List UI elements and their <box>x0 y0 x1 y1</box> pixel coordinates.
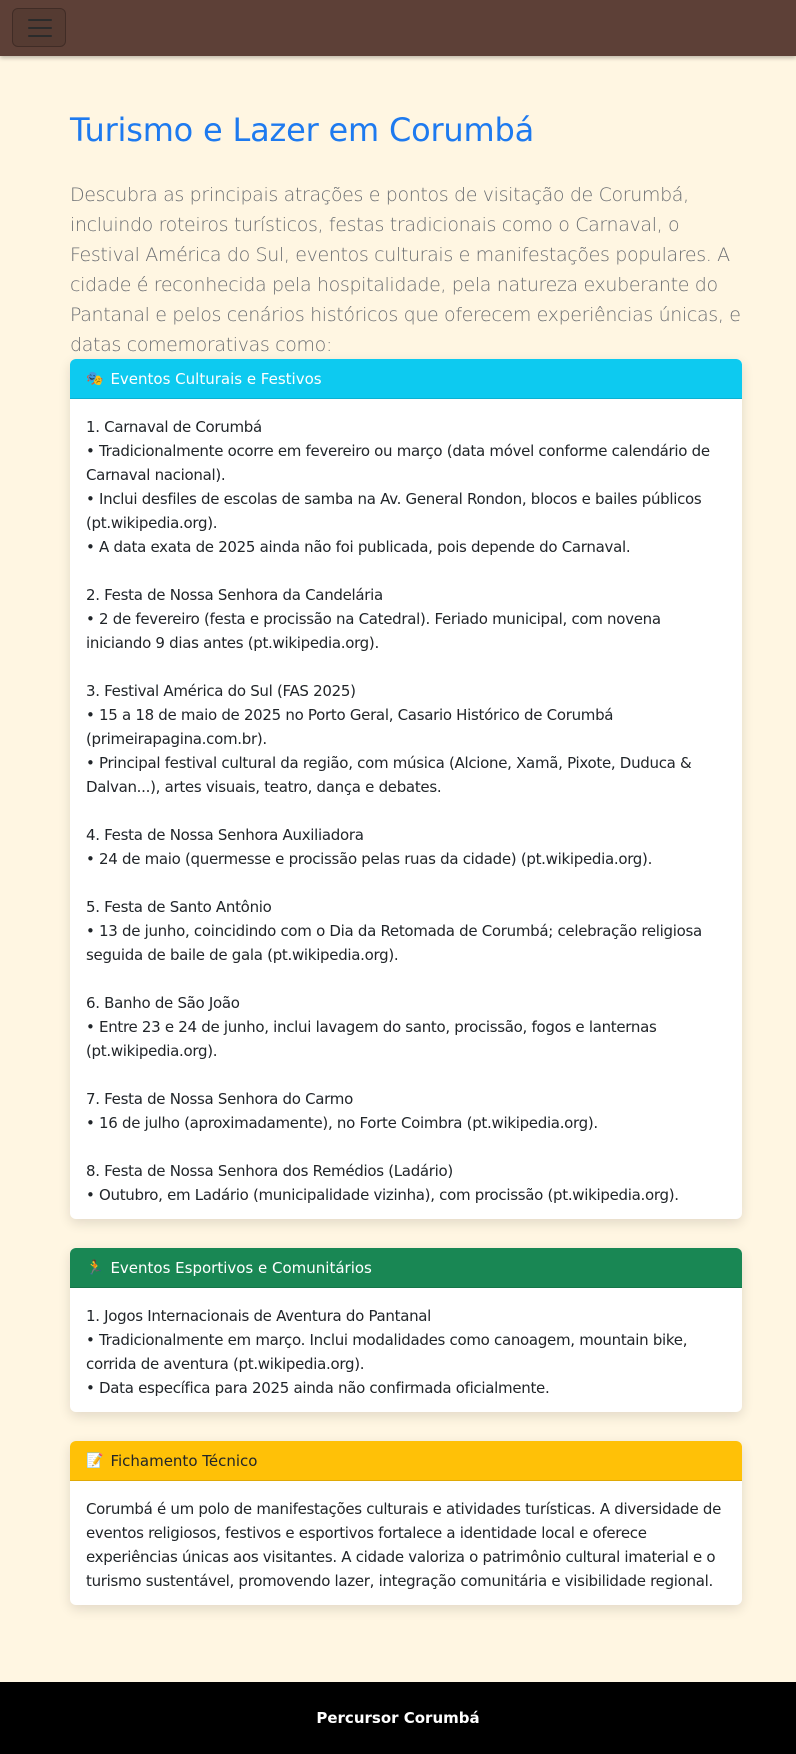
memo-icon: 📝 <box>86 1452 104 1469</box>
technical-summary-title: Fichamento Técnico <box>110 1451 258 1470</box>
technical-summary-card-header: 📝 Fichamento Técnico <box>70 1441 742 1481</box>
sport-events-card: 🏃 Eventos Esportivos e Comunitários 1. J… <box>70 1248 742 1412</box>
event-heading: 1. Jogos Internacionais de Aventura do P… <box>86 1307 432 1325</box>
event-heading: 2. Festa de Nossa Senhora da Candelária <box>86 586 383 604</box>
event-detail: • Data específica para 2025 ainda não co… <box>86 1379 550 1397</box>
hamburger-menu-icon-bar <box>28 35 52 37</box>
event-detail: • 16 de julho (aproximadamente), no Fort… <box>86 1114 598 1132</box>
list-item: 6. Banho de São João • Entre 23 e 24 de j… <box>86 991 726 1063</box>
main-content: Turismo e Lazer em Corumbá Descubra as p… <box>70 110 742 360</box>
event-heading: 8. Festa de Nossa Senhora dos Remédios (… <box>86 1162 453 1180</box>
event-heading: 6. Banho de São João <box>86 994 240 1012</box>
sport-events-list: 1. Jogos Internacionais de Aventura do P… <box>70 1288 742 1412</box>
cultural-events-list: 1. Carnaval de Corumbá • Tradicionalmente… <box>70 399 742 1219</box>
hamburger-menu-icon <box>28 19 52 21</box>
list-item: 1. Jogos Internacionais de Aventura do P… <box>86 1304 726 1400</box>
event-detail: • Principal festival cultural da região,… <box>86 754 692 796</box>
event-detail: • 2 de fevereiro (festa e procissão na C… <box>86 610 661 652</box>
top-navbar <box>0 0 796 56</box>
page-title: Turismo e Lazer em Corumbá <box>70 111 535 149</box>
event-heading: 7. Festa de Nossa Senhora do Carmo <box>86 1090 353 1108</box>
event-heading: 4. Festa de Nossa Senhora Auxiliadora <box>86 826 364 844</box>
hamburger-menu-icon-bar <box>28 27 52 29</box>
cultural-events-card: 🎭 Eventos Culturais e Festivos 1. Carnav… <box>70 359 742 1219</box>
list-item: 8. Festa de Nossa Senhora dos Remédios (… <box>86 1159 726 1207</box>
event-heading: 1. Carnaval de Corumbá <box>86 418 262 436</box>
runner-icon: 🏃 <box>86 1259 104 1276</box>
list-item: 7. Festa de Nossa Senhora do Carmo • 16 d… <box>86 1087 726 1135</box>
cultural-events-title: Eventos Culturais e Festivos <box>110 369 322 388</box>
list-item: 2. Festa de Nossa Senhora da Candelária •… <box>86 583 726 655</box>
technical-summary-text: Corumbá é um polo de manifestações cultu… <box>86 1500 722 1590</box>
event-detail: • Outubro, em Ladário (municipalidade vi… <box>86 1186 679 1204</box>
event-detail: • Tradicionalmente ocorre em fevereiro o… <box>86 442 710 484</box>
event-heading: 5. Festa de Santo Antônio <box>86 898 272 916</box>
list-item: 4. Festa de Nossa Senhora Auxiliadora • 2… <box>86 823 726 871</box>
cultural-events-card-header: 🎭 Eventos Culturais e Festivos <box>70 359 742 399</box>
menu-toggle-button[interactable] <box>12 8 66 47</box>
event-detail: • 13 de junho, coincidindo com o Dia da … <box>86 922 702 964</box>
sport-events-card-header: 🏃 Eventos Esportivos e Comunitários <box>70 1248 742 1288</box>
footer-text: Percursor Corumbá <box>316 1709 480 1727</box>
event-detail: • A data exata de 2025 ainda não foi pub… <box>86 538 631 556</box>
event-detail: • 15 a 18 de maio de 2025 no Porto Geral… <box>86 706 614 748</box>
technical-summary-body: Corumbá é um polo de manifestações cultu… <box>70 1481 742 1605</box>
event-heading: 3. Festival América do Sul (FAS 2025) <box>86 682 356 700</box>
event-detail: • Tradicionalmente em março. Inclui moda… <box>86 1331 688 1373</box>
technical-summary-card: 📝 Fichamento Técnico Corumbá é um polo d… <box>70 1441 742 1605</box>
event-detail: • Inclui desfiles de escolas de samba na… <box>86 490 702 532</box>
sport-events-title: Eventos Esportivos e Comunitários <box>110 1258 372 1277</box>
page-footer: Percursor Corumbá <box>0 1682 796 1754</box>
list-item: 3. Festival América do Sul (FAS 2025) • 1… <box>86 679 726 799</box>
event-detail: • Entre 23 e 24 de junho, inclui lavagem… <box>86 1018 657 1060</box>
list-item: 5. Festa de Santo Antônio • 13 de junho, … <box>86 895 726 967</box>
theater-masks-icon: 🎭 <box>86 370 104 387</box>
list-item: 1. Carnaval de Corumbá • Tradicionalmente… <box>86 415 726 559</box>
event-detail: • 24 de maio (quermesse e procissão pela… <box>86 850 653 868</box>
page-lead: Descubra as principais atrações e pontos… <box>70 183 741 356</box>
